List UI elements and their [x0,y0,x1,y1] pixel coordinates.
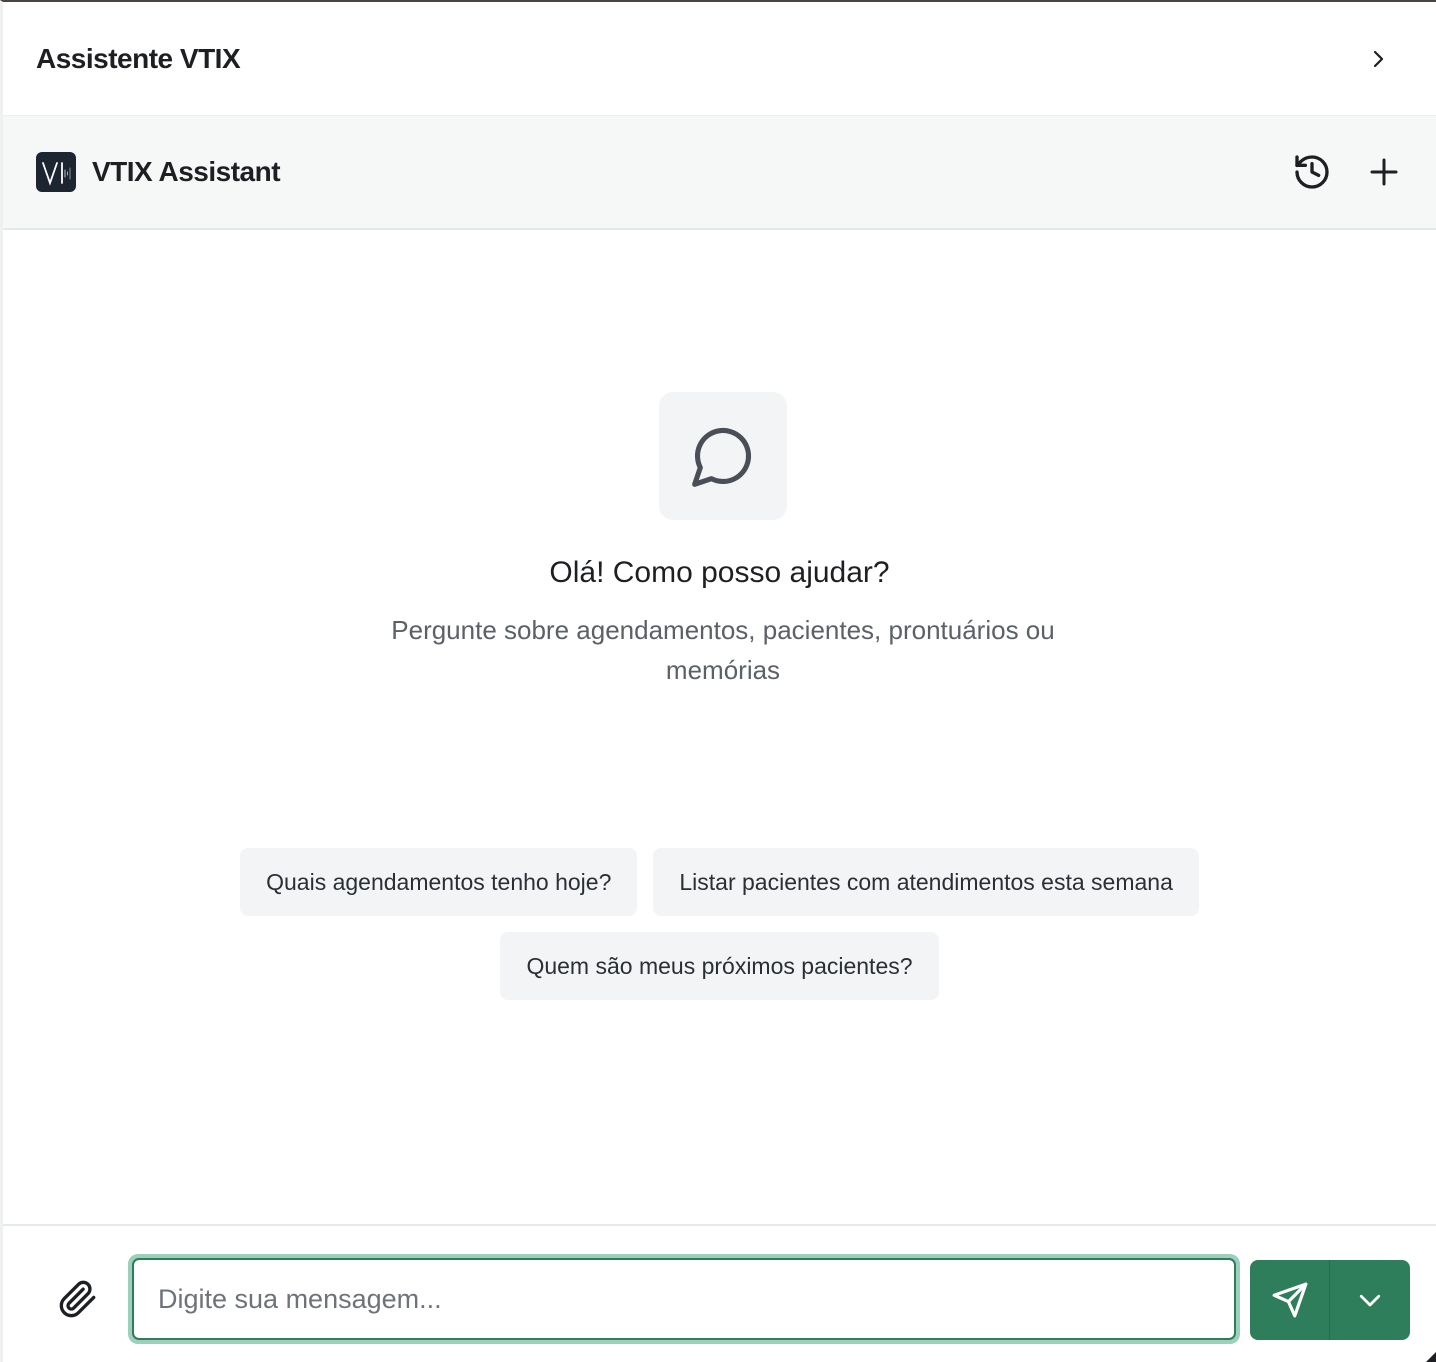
composer [3,1224,1436,1362]
message-input-focus-ring [128,1254,1240,1344]
send-button-group [1250,1260,1410,1340]
suggestion-list: Quais agendamentos tenho hoje? Listar pa… [3,848,1436,1000]
vtix-logo-icon [36,152,76,192]
assistant-panel: Assistente VTIX VTIX Assistant Olá! Como… [0,0,1436,1362]
paperclip-icon [59,1280,96,1318]
suggestion-chip-week-patients[interactable]: Listar pacientes com atendimentos esta s… [653,848,1199,916]
new-chat-button[interactable] [1362,150,1406,194]
suggestion-row: Quais agendamentos tenho hoje? Listar pa… [240,848,1199,916]
send-button[interactable] [1250,1260,1330,1340]
message-input[interactable] [158,1260,1234,1338]
suggestion-chip-today-appointments[interactable]: Quais agendamentos tenho hoje? [240,848,638,916]
plus-icon [1370,158,1398,186]
send-icon [1272,1282,1307,1318]
resize-grip-icon[interactable] [1422,1350,1436,1362]
history-button[interactable] [1290,150,1334,194]
panel-header: Assistente VTIX [3,2,1436,116]
suggestion-chip-next-patients[interactable]: Quem são meus próximos pacientes? [500,932,939,1000]
chevron-right-icon [1373,50,1384,67]
panel-title: Assistente VTIX [36,42,241,74]
empty-state-greeting: Olá! Como posso ajudar? [549,556,890,589]
chat-area: Olá! Como posso ajudar? Pergunte sobre a… [3,230,1436,1224]
empty-state-subtitle: Pergunte sobre agendamentos, pacientes, … [391,615,1055,685]
assistant-actions [1290,150,1406,194]
empty-state-icon-box [659,392,787,520]
assistant-bar: VTIX Assistant [3,116,1436,230]
message-input-box [132,1258,1236,1340]
assistant-name: VTIX Assistant [92,156,281,187]
message-circle-icon [692,427,752,487]
send-options-button[interactable] [1330,1260,1410,1340]
chevron-down-icon [1359,1294,1381,1307]
suggestion-row: Quem são meus próximos pacientes? [500,932,939,1000]
history-icon [1295,155,1329,189]
assistant-brand: VTIX Assistant [36,152,281,192]
collapse-panel-button[interactable] [1360,41,1396,77]
attach-button[interactable] [55,1276,101,1322]
